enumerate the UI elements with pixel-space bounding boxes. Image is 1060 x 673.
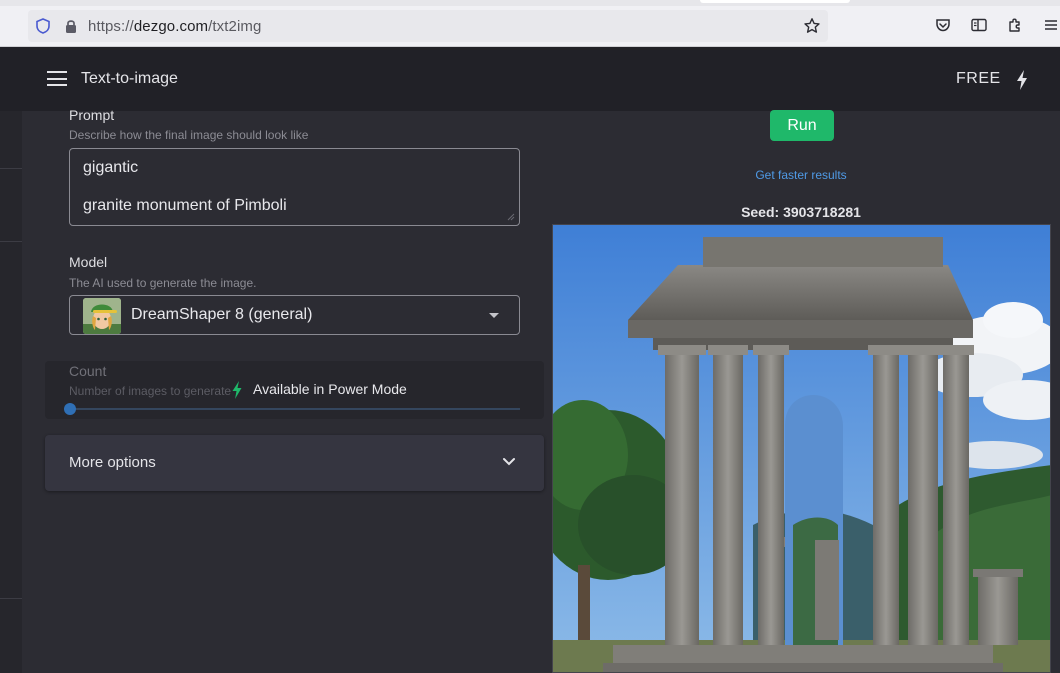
browser-tab[interactable] [700,0,850,3]
sidebar-rail [0,111,22,673]
main-content: Prompt Describe how the final image shou… [22,107,1060,673]
faster-results-link[interactable]: Get faster results [714,168,888,182]
model-avatar-image [83,298,121,334]
count-label: Count [69,363,107,379]
bolt-icon [232,381,242,399]
pocket-icon[interactable] [934,16,952,34]
browser-tabstrip [0,0,1060,6]
generated-image-canvas [553,225,1050,672]
resize-grip-icon[interactable] [507,213,515,221]
url-path: /txt2img [208,18,262,35]
page-title: Text-to-image [81,70,178,87]
url-bar[interactable]: https://dezgo.com/txt2img [28,10,828,42]
url-text[interactable]: https://dezgo.com/txt2img [88,18,261,35]
model-select[interactable]: DreamShaper 8 (general) [69,295,520,335]
power-mode-text: Available in Power Mode [253,381,407,397]
app-header: Text-to-image FREE [0,47,1060,111]
plan-badge[interactable]: FREE [956,70,1001,88]
generated-image[interactable] [552,224,1051,673]
hamburger-icon[interactable] [47,71,67,86]
model-select-value: DreamShaper 8 (general) [131,306,313,323]
prompt-textarea[interactable]: gigantic granite monument of Pimboli [69,148,520,226]
browser-toolbar: https://dezgo.com/txt2img [0,0,1060,47]
model-avatar [83,298,121,334]
prompt-line: gigantic [83,159,139,176]
star-icon[interactable] [803,17,821,35]
caret-down-icon[interactable] [489,313,499,318]
url-scheme: https:// [88,18,134,35]
count-slider-track[interactable] [70,408,520,410]
divider [0,598,22,599]
menu-icon[interactable] [1042,16,1060,34]
run-button[interactable]: Run [770,110,834,141]
url-host: dezgo.com [133,18,209,35]
count-slider-thumb[interactable] [64,403,76,415]
count-field: Count Number of images to generate Avail… [45,361,544,419]
extensions-icon[interactable] [1006,16,1024,34]
chevron-down-icon[interactable] [502,457,516,467]
lock-icon[interactable] [62,17,80,35]
divider [0,241,22,242]
model-help: The AI used to generate the image. [69,276,257,290]
more-options-panel[interactable]: More options [45,435,544,491]
divider [0,168,22,169]
prompt-help: Describe how the final image should look… [69,128,309,142]
shield-icon[interactable] [34,17,52,35]
bolt-icon[interactable] [1015,70,1029,90]
prompt-line: granite monument of Pimboli [83,197,287,214]
prompt-label: Prompt [69,107,115,123]
reader-view-icon[interactable] [970,16,988,34]
count-help: Number of images to generate [69,384,232,398]
seed-text: Seed: 3903718281 [741,204,861,220]
model-label: Model [69,254,108,270]
more-options-label: More options [69,454,156,471]
